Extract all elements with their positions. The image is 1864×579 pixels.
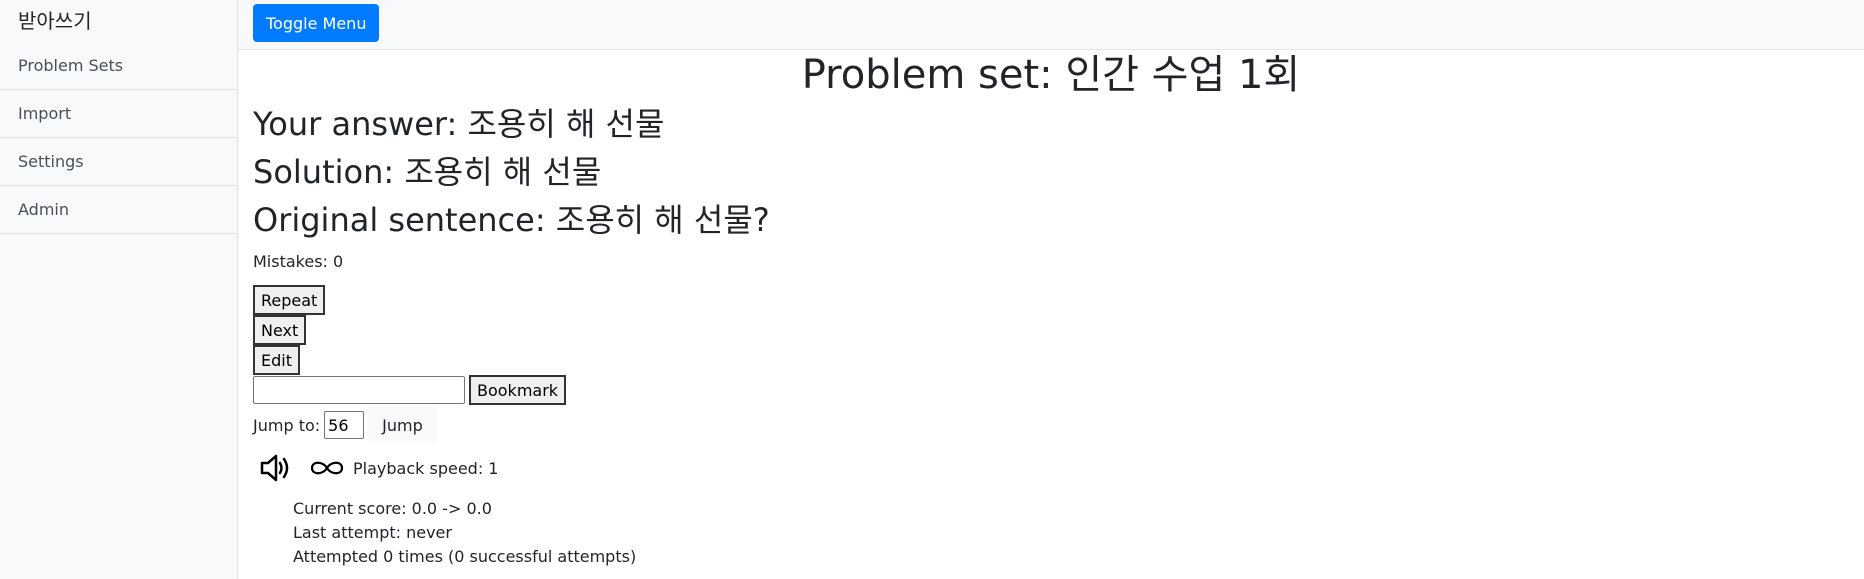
jump-button[interactable]: Jump <box>368 407 437 443</box>
original-sentence-text: Original sentence: 조용히 해 선물? <box>253 201 770 239</box>
content: Problem set: 인간 수업 1회 Your answer: 조용히 해… <box>238 50 1864 569</box>
top-navbar: Toggle Menu <box>238 0 1864 50</box>
bookmark-button[interactable]: Bookmark <box>469 375 567 405</box>
player-controls: Playback speed: 1 <box>253 443 1849 493</box>
attempts-text: Attempted 0 times (0 successful attempts… <box>293 547 637 566</box>
sidebar-item-problem-sets[interactable]: Problem Sets <box>0 42 237 90</box>
jump-label: Jump to: <box>253 415 321 435</box>
last-attempt-text: Last attempt: never <box>293 523 452 542</box>
stats-block: Current score: 0.0 -> 0.0 Last attempt: … <box>253 497 1849 569</box>
app: 받아쓰기 Problem Sets Import Settings Admin … <box>0 0 1864 579</box>
bookmark-row: Bookmark <box>253 375 1849 405</box>
jump-row: Jump to: Jump <box>253 407 1849 443</box>
sidebar-item-admin[interactable]: Admin <box>0 186 237 234</box>
sidebar-item-import[interactable]: Import <box>0 90 237 138</box>
solution-text: Solution: 조용히 해 선물 <box>253 153 602 191</box>
infinity-icon[interactable] <box>309 458 345 478</box>
speaker-icon[interactable] <box>259 452 293 484</box>
sidebar-title: 받아쓰기 <box>18 9 92 33</box>
current-score-text: Current score: 0.0 -> 0.0 <box>293 499 492 518</box>
edit-button[interactable]: Edit <box>253 345 300 375</box>
sidebar-item-settings[interactable]: Settings <box>0 138 237 186</box>
bookmark-input[interactable] <box>253 376 465 404</box>
your-answer-text: Your answer: 조용히 해 선물 <box>253 105 665 143</box>
toggle-menu-button[interactable]: Toggle Menu <box>253 4 380 42</box>
page-title: Problem set: 인간 수업 1회 <box>801 52 1301 98</box>
playback-speed-text: Playback speed: 1 <box>353 458 499 478</box>
sidebar: 받아쓰기 Problem Sets Import Settings Admin <box>0 0 238 579</box>
next-button[interactable]: Next <box>253 315 307 345</box>
repeat-button[interactable]: Repeat <box>253 285 326 315</box>
jump-input[interactable] <box>324 411 365 439</box>
main-area: Toggle Menu Problem set: 인간 수업 1회 Your a… <box>238 0 1864 579</box>
mistakes-count: Mistakes: 0 <box>253 252 344 271</box>
